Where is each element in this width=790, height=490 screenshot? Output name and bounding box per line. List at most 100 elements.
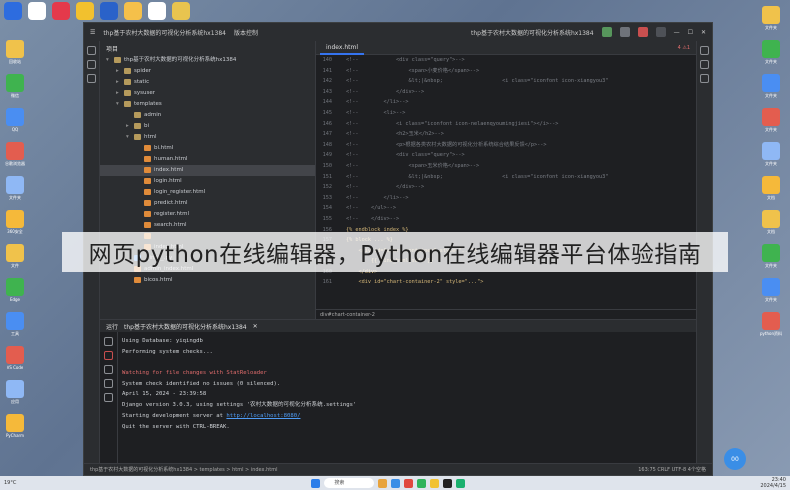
project-selector[interactable]: thp基于农村大数据的可视化分析系统hx1384 <box>103 28 226 37</box>
desktop-icon[interactable]: 360安全 <box>2 210 28 238</box>
run-config-name[interactable]: thp基于农村大数据的可视化分析系统hx1384 <box>471 28 594 37</box>
taskbar-app-icon[interactable] <box>456 478 466 488</box>
desktop-icon[interactable]: 谷歌浏览器 <box>2 142 28 170</box>
taskbar-app-icon[interactable] <box>378 478 388 488</box>
tree-file[interactable]: predict.html <box>100 198 315 209</box>
desktop-icon[interactable]: Edge <box>2 278 28 306</box>
code-line[interactable]: 148 <!-- <p>根据各类农村大数据的可视化分析系统综合结果反馈</p>--… <box>316 140 696 151</box>
tree-folder[interactable]: ▸ static <box>100 77 315 88</box>
settings-icon[interactable] <box>655 27 666 37</box>
desktop-icon[interactable]: QQ <box>2 108 28 136</box>
code-line[interactable]: 161 <div id="chart-container-2" style=".… <box>316 277 696 288</box>
tree-folder[interactable]: ▾ thp基于农村大数据的可视化分析系统hx1384 <box>100 55 315 66</box>
taskbar-app-icon[interactable] <box>417 478 427 488</box>
folder-icon[interactable] <box>87 46 96 55</box>
tree-folder[interactable]: ▾ templates <box>100 99 315 110</box>
code-line[interactable]: 151 <!-- &lt;|&nbsp; <i class="iconfont i… <box>316 172 696 183</box>
close-icon[interactable]: ✕ <box>253 323 258 330</box>
code-line[interactable]: 147 <!-- <h2>玉米</h2>--> <box>316 129 696 140</box>
structure-icon[interactable] <box>87 60 96 69</box>
desktop-icon[interactable]: 文档 <box>758 210 784 238</box>
breadcrumb[interactable]: div#chart-container-2 <box>316 309 696 319</box>
console-output[interactable]: Using Database: yiqingdb Performing syste… <box>122 336 686 463</box>
app-icon[interactable] <box>76 2 94 20</box>
tree-file[interactable]: bi.html <box>100 143 315 154</box>
chevron-icon[interactable]: ▾ <box>116 99 124 110</box>
windows-start-icon[interactable] <box>311 478 321 488</box>
run-tab-label[interactable]: 运行 <box>106 322 118 331</box>
desktop-icon[interactable]: PyCharm <box>2 414 28 442</box>
code-line[interactable]: 141 <!-- <span>小麦价格</span>--> <box>316 66 696 77</box>
database-icon[interactable] <box>700 60 709 69</box>
desktop-icon[interactable]: 文件夹 <box>758 244 784 272</box>
stop-icon[interactable] <box>637 27 648 37</box>
code-line[interactable]: 144 <!-- </li>--> <box>316 97 696 108</box>
tree-file[interactable]: index.html <box>100 165 315 176</box>
minimize-button[interactable]: — <box>674 29 680 36</box>
desktop-icon[interactable]: 文档 <box>758 176 784 204</box>
weather-widget[interactable]: 19°C <box>4 480 16 486</box>
chevron-icon[interactable]: ▸ <box>116 77 124 88</box>
tree-file[interactable]: bicos.html <box>100 275 315 286</box>
chevron-icon[interactable]: ▸ <box>126 121 134 132</box>
chevron-icon[interactable]: ▸ <box>116 66 124 77</box>
app-icon[interactable] <box>4 2 22 20</box>
app-icon[interactable] <box>52 2 70 20</box>
taskbar-search[interactable]: 搜索 <box>324 478 375 488</box>
taskbar-app-icon[interactable] <box>443 478 453 488</box>
stop-icon[interactable] <box>104 351 113 360</box>
desktop-icon[interactable]: 文件夹 <box>758 6 784 34</box>
taskbar-app-icon[interactable] <box>404 478 414 488</box>
code-line[interactable]: 143 <!-- </div>--> <box>316 87 696 98</box>
desktop-icon[interactable]: 文件夹 <box>758 108 784 136</box>
chevron-icon[interactable]: ▾ <box>106 55 114 66</box>
code-line[interactable]: 140 <!-- <div class="query">--> <box>316 55 696 66</box>
print-icon[interactable] <box>104 379 113 388</box>
notifications-icon[interactable] <box>700 46 709 55</box>
status-info[interactable]: 163:75 CRLF UTF-8 4个空格 <box>638 464 712 475</box>
app-icon[interactable] <box>172 2 190 20</box>
code-line[interactable]: 152 <!-- </div>--> <box>316 182 696 193</box>
desktop-icon[interactable]: VS Code <box>2 346 28 374</box>
inspection-warnings[interactable]: 4 ⚠1 <box>678 45 696 51</box>
app-icon[interactable] <box>28 2 46 20</box>
tree-file[interactable]: login.html <box>100 176 315 187</box>
taskbar-app-icon[interactable] <box>391 478 401 488</box>
desktop-icon[interactable]: 回收站 <box>2 40 28 68</box>
tree-folder[interactable]: ▸ bi <box>100 121 315 132</box>
desktop-icon[interactable]: 文件夹 <box>758 74 784 102</box>
app-icon[interactable] <box>148 2 166 20</box>
code-line[interactable]: 145 <!-- <li>--> <box>316 108 696 119</box>
desktop-icon[interactable]: 工具 <box>2 312 28 340</box>
trash-icon[interactable] <box>104 393 113 402</box>
tree-file[interactable]: login_register.html <box>100 187 315 198</box>
tree-file[interactable]: human.html <box>100 154 315 165</box>
desktop-icon[interactable]: 应用 <box>2 380 28 408</box>
ai-assistant-icon[interactable] <box>700 74 709 83</box>
code-line[interactable]: 146 <!-- <i class="iconfont icon-nelaenqy… <box>316 119 696 130</box>
code-line[interactable]: 153 <!-- </li>--> <box>316 193 696 204</box>
run-config-tab[interactable]: thp基于农村大数据的可视化分析系统hx1384 <box>124 322 247 331</box>
tree-file[interactable]: register.html <box>100 209 315 220</box>
desktop-icon[interactable]: 微信 <box>2 74 28 102</box>
desktop-icon[interactable]: 文件夹 <box>758 40 784 68</box>
status-path[interactable]: thp基于农村大数据的可视化分析系统hx1384 > templates > h… <box>90 464 278 475</box>
server-link[interactable]: http://localhost:8080/ <box>226 413 300 419</box>
app-icon[interactable] <box>100 2 118 20</box>
tab-index-html[interactable]: index.html <box>320 41 364 55</box>
tree-folder[interactable]: ▸ sysuser <box>100 88 315 99</box>
desktop-icon[interactable]: 文件 <box>2 244 28 272</box>
vcs-menu[interactable]: 版本控制 <box>234 28 258 37</box>
tree-folder[interactable]: admin <box>100 110 315 121</box>
taskbar-app-icon[interactable] <box>430 478 440 488</box>
debug-icon[interactable] <box>619 27 630 37</box>
code-line[interactable]: 154 <!-- </ul>--> <box>316 203 696 214</box>
run-icon[interactable] <box>601 27 612 37</box>
desktop-icon[interactable]: 文件夹 <box>2 176 28 204</box>
desktop-icon[interactable]: 文件夹 <box>758 278 784 306</box>
rerun-icon[interactable] <box>104 337 113 346</box>
code-line[interactable]: 142 <!-- &lt;|&nbsp; <i class="iconfont i… <box>316 76 696 87</box>
code-line[interactable]: 155 <!-- </div>--> <box>316 214 696 225</box>
more-icon[interactable] <box>87 74 96 83</box>
tree-folder[interactable]: ▾ html <box>100 132 315 143</box>
